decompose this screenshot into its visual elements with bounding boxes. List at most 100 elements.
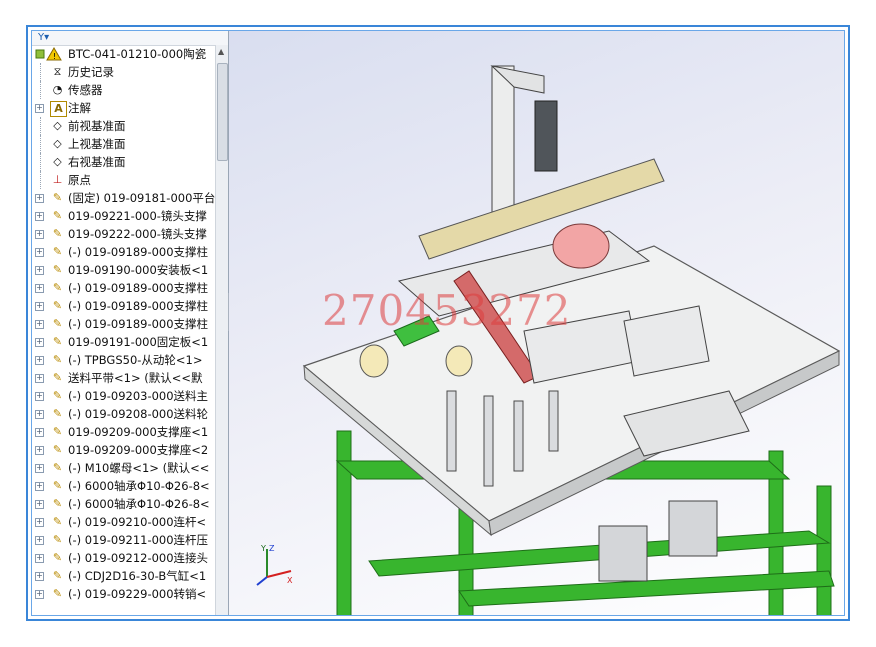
part-icon: ✎	[52, 227, 63, 240]
part-icon: ✎	[52, 335, 63, 348]
tree-item[interactable]: ◇ 上视基准面	[32, 135, 215, 153]
graphics-viewport[interactable]: 270453272 Y Z X	[229, 31, 844, 615]
tree-item[interactable]: + ✎ 019-09190-000安装板<1	[32, 261, 215, 279]
tree-item-label: 右视基准面	[68, 155, 126, 169]
expand-icon[interactable]: +	[35, 518, 44, 527]
tree-item[interactable]: + ✎ 019-09209-000支撑座<2	[32, 441, 215, 459]
expand-icon[interactable]: +	[35, 464, 44, 473]
part-icon: ✎	[52, 371, 63, 384]
part-icon: ✎	[52, 533, 63, 546]
tree-item-label: (-) 019-09208-000送料轮	[68, 407, 209, 421]
tree-item-label: (-) 019-09203-000送料主	[68, 389, 209, 403]
part-icon: ✎	[52, 389, 63, 402]
tree-item-label: (-) 019-09189-000支撑柱	[68, 299, 209, 313]
filter-icon[interactable]: Y▾	[32, 31, 228, 46]
tree-item[interactable]: ⊥ 原点	[32, 171, 215, 189]
tree-item-label: 历史记录	[68, 65, 114, 79]
tree-item[interactable]: + ✎ 019-09191-000固定板<1	[32, 333, 215, 351]
history-icon: ⧖	[53, 65, 62, 78]
tree-scrollbar[interactable]: ▲	[215, 45, 228, 615]
scroll-up-icon[interactable]: ▲	[218, 47, 224, 56]
tree-item-label: (-) M10螺母<1> (默认<<	[68, 461, 210, 475]
expand-icon[interactable]: +	[35, 212, 44, 221]
part-icon: ✎	[52, 479, 63, 492]
part-icon: ✎	[52, 209, 63, 222]
tree-item-label: 019-09209-000支撑座<2	[68, 443, 209, 457]
tree-item[interactable]: + ✎ (-) 6000轴承Φ10-Φ26-8<	[32, 477, 215, 495]
expand-icon[interactable]: +	[35, 338, 44, 347]
expand-icon[interactable]: +	[35, 104, 44, 113]
tree-item[interactable]: + A 注解	[32, 99, 215, 117]
tree-item[interactable]: + ✎ (-) 019-09189-000支撑柱	[32, 315, 215, 333]
tree-item[interactable]: + ✎ (-) 019-09212-000连接头	[32, 549, 215, 567]
tree-item-label: 019-09191-000固定板<1	[68, 335, 209, 349]
tree-item-label: 原点	[68, 173, 91, 187]
plane-icon: ◇	[53, 119, 62, 132]
expand-icon[interactable]: +	[35, 410, 44, 419]
triad-z-label: Z	[269, 544, 275, 553]
expand-icon[interactable]: +	[35, 590, 44, 599]
annotation-icon: A	[50, 101, 67, 117]
tree-connector	[40, 63, 49, 81]
tree-root[interactable]: ! BTC-041-01210-000陶瓷	[32, 45, 215, 63]
tree-item[interactable]: ◇ 右视基准面	[32, 153, 215, 171]
expand-icon[interactable]: +	[35, 194, 44, 203]
tree-root-label: BTC-041-01210-000陶瓷	[68, 47, 207, 61]
tree-list: ! BTC-041-01210-000陶瓷 ⧖ 历史记录 ◔ 传感器 + A 注解 ◇ 前视基准…	[32, 45, 215, 603]
tree-item[interactable]: + ✎ (-) 019-09229-000转销<	[32, 585, 215, 603]
tree-item[interactable]: + ✎ 019-09222-000-镜头支撑	[32, 225, 215, 243]
expand-icon[interactable]: +	[35, 302, 44, 311]
tree-item[interactable]: + ✎ (-) CDJ2D16-30-B气缸<1	[32, 567, 215, 585]
expand-icon[interactable]: +	[35, 320, 44, 329]
tree-item[interactable]: + ✎ (-) 019-09189-000支撑柱	[32, 279, 215, 297]
expand-icon[interactable]: +	[35, 500, 44, 509]
part-icon: ✎	[52, 191, 63, 204]
tree-item[interactable]: ⧖ 历史记录	[32, 63, 215, 81]
part-icon: ✎	[52, 425, 63, 438]
tree-item[interactable]: + ✎ (-) TPBGS50-从动轮<1>	[32, 351, 215, 369]
tree-item[interactable]: + ✎ (固定) 019-09181-000平台	[32, 189, 215, 207]
expand-icon[interactable]: +	[35, 536, 44, 545]
scroll-thumb[interactable]	[217, 63, 228, 161]
tree-item-label: (-) 019-09189-000支撑柱	[68, 245, 209, 259]
part-icon: ✎	[52, 551, 63, 564]
part-icon: ✎	[52, 281, 63, 294]
expand-icon[interactable]: +	[35, 554, 44, 563]
tree-connector	[40, 135, 49, 153]
expand-icon[interactable]: +	[35, 248, 44, 257]
tree-item[interactable]: + ✎ (-) M10螺母<1> (默认<<	[32, 459, 215, 477]
expand-icon[interactable]: +	[35, 392, 44, 401]
expand-icon[interactable]: +	[35, 482, 44, 491]
assembly-warning-icon: !	[34, 47, 66, 61]
tree-item[interactable]: + ✎ (-) 019-09210-000连杆<	[32, 513, 215, 531]
expand-icon[interactable]: +	[35, 266, 44, 275]
tree-item[interactable]: + ✎ (-) 019-09208-000送料轮	[32, 405, 215, 423]
tree-item[interactable]: + ✎ 019-09209-000支撑座<1	[32, 423, 215, 441]
expand-icon[interactable]: +	[35, 356, 44, 365]
tree-item[interactable]: + ✎ (-) 019-09189-000支撑柱	[32, 297, 215, 315]
tree-item[interactable]: + ✎ (-) 6000轴承Φ10-Φ26-8<	[32, 495, 215, 513]
tree-item[interactable]: ◔ 传感器	[32, 81, 215, 99]
plane-icon: ◇	[53, 155, 62, 168]
tree-item-label: (固定) 019-09181-000平台	[68, 191, 215, 205]
expand-icon[interactable]: +	[35, 374, 44, 383]
tree-item[interactable]: + ✎ (-) 019-09211-000连杆压	[32, 531, 215, 549]
tree-item-label: (-) TPBGS50-从动轮<1>	[68, 353, 203, 367]
tree-item[interactable]: + ✎ (-) 019-09189-000支撑柱	[32, 243, 215, 261]
expand-icon[interactable]: +	[35, 572, 44, 581]
tree-item-label: (-) CDJ2D16-30-B气缸<1	[68, 569, 207, 583]
tree-item-label: 前视基准面	[68, 119, 126, 133]
tree-item-label: 传感器	[68, 83, 103, 97]
cad-window: Y▾ ! BTC-041-01210-000陶瓷 ⧖ 历史记录 ◔ 传感器 + A 注解 ◇ 前…	[31, 30, 845, 616]
expand-icon[interactable]: +	[35, 230, 44, 239]
expand-icon[interactable]: +	[35, 284, 44, 293]
tree-item[interactable]: + ✎ 019-09221-000-镜头支撑	[32, 207, 215, 225]
expand-icon[interactable]: +	[35, 428, 44, 437]
tree-item[interactable]: + ✎ (-) 019-09203-000送料主	[32, 387, 215, 405]
tree-item-label: (-) 019-09211-000连杆压	[68, 533, 209, 547]
tree-item[interactable]: + ✎ 送料平带<1> (默认<<默	[32, 369, 215, 387]
expand-icon[interactable]: +	[35, 446, 44, 455]
triad-y-label: Y	[260, 544, 266, 553]
tree-item[interactable]: ◇ 前视基准面	[32, 117, 215, 135]
tree-item-label: (-) 019-09229-000转销<	[68, 587, 207, 601]
